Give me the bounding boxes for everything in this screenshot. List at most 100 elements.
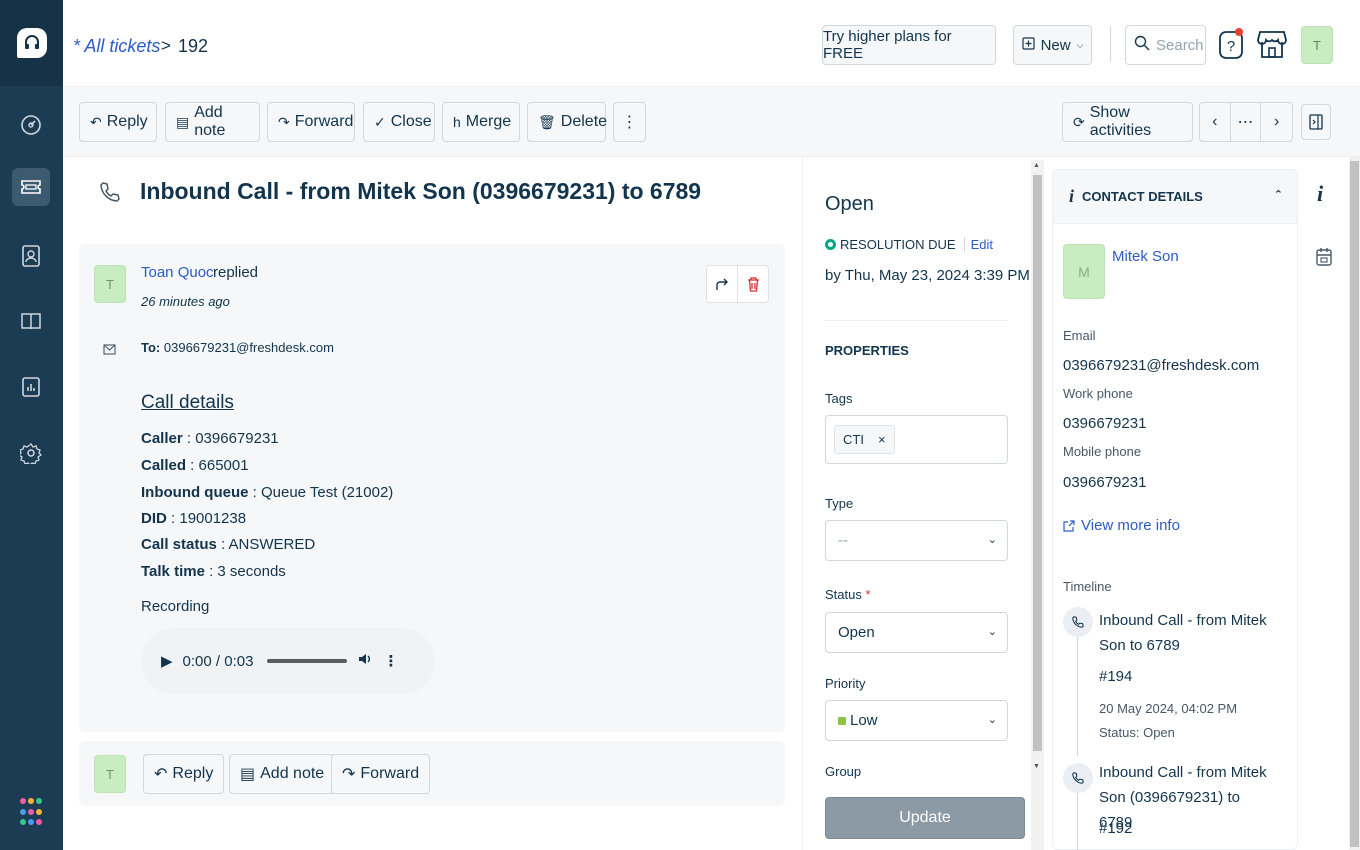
email-envelope-icon [103, 342, 116, 358]
field-called: Called : 665001 [141, 457, 249, 474]
all-tickets-link[interactable]: * All tickets [73, 36, 160, 57]
edit-due-link[interactable]: Edit [963, 237, 993, 252]
properties-scrollbar[interactable]: ▲ ▼ [1031, 160, 1044, 850]
toggle-panel-button[interactable] [1301, 104, 1331, 140]
page-scroll-thumb[interactable] [1350, 161, 1359, 847]
properties-scroll-thumb[interactable] [1033, 175, 1042, 751]
contact-details-header[interactable]: i CONTACT DETAILS ⌃ [1053, 170, 1297, 224]
delete-label: Delete [560, 113, 608, 130]
marketplace-store-icon[interactable] [1257, 28, 1287, 63]
forward-bottom-button[interactable]: ↷ Forward [331, 754, 431, 794]
properties-panel: Open RESOLUTION DUE Edit by Thu, May 23,… [802, 157, 1045, 850]
contact-email: 0396679231@freshdesk.com [1063, 357, 1260, 374]
panel-toggle-icon [1309, 114, 1323, 130]
help-icon[interactable]: ? [1217, 26, 1245, 65]
ticket-action-bar: ↶ Reply ▤ Add note ↷ Forward ✓ Close һ Merge … [63, 87, 1360, 157]
phone-icon [98, 180, 122, 207]
info-icon: i [1069, 186, 1075, 206]
reply-label: Reply [106, 113, 148, 130]
to-email: 0396679231@freshdesk.com [163, 340, 334, 355]
volume-icon[interactable] [357, 651, 373, 671]
dashboard-icon[interactable] [12, 106, 50, 144]
search-box[interactable]: Search [1125, 25, 1206, 65]
remove-tag-icon[interactable]: × [878, 432, 886, 447]
author-name-link[interactable]: Toan Quoc [141, 264, 214, 281]
more-actions-button[interactable]: ⋮ [613, 102, 646, 142]
delete-button[interactable]: 🗑 Delete [527, 102, 608, 142]
play-icon[interactable]: ▶ [161, 652, 173, 670]
top-header: * All tickets > 192 Try higher plans for… [63, 0, 1360, 87]
status-label: Status * [825, 587, 871, 602]
page-scrollbar[interactable] [1349, 157, 1360, 850]
knowledge-base-icon[interactable] [12, 302, 50, 340]
delete-message-icon[interactable] [738, 266, 768, 302]
forward-arrow-icon: ↷ [278, 113, 290, 130]
ellipsis-label: ⋯ [1237, 114, 1254, 131]
priority-color-swatch [838, 716, 846, 725]
priority-label: Priority [825, 676, 866, 691]
scroll-up-arrow-icon[interactable]: ▲ [1033, 162, 1040, 169]
apps-grid-icon[interactable] [20, 798, 42, 828]
timeline-label: Timeline [1063, 579, 1112, 594]
priority-select[interactable]: Low ⌄ [825, 700, 1008, 741]
contact-avatar: M [1063, 244, 1105, 299]
search-placeholder: Search [1156, 36, 1204, 54]
add-note-button[interactable]: ▤ Add note [165, 102, 260, 142]
breadcrumb-separator: > [161, 36, 171, 55]
history-icon: ⟳ [1073, 113, 1085, 130]
type-select[interactable]: -- ⌄ [825, 520, 1008, 561]
reply-button[interactable]: ↶ Reply [79, 102, 157, 142]
next-ticket-chevron-icon[interactable]: › [1261, 103, 1292, 141]
main-sidebar [0, 0, 63, 850]
add-note-bottom-button[interactable]: ▤ Add note [229, 754, 336, 794]
reply-bottom-button[interactable]: ↶ Reply [143, 754, 225, 794]
search-icon [1134, 35, 1150, 55]
note-icon: ▤ [176, 113, 190, 130]
message-time: 26 minutes ago [141, 294, 230, 309]
close-ticket-button[interactable]: ✓ Close [363, 102, 435, 142]
new-dropdown-button[interactable]: New ⌵ [1013, 25, 1092, 65]
contacts-icon[interactable] [12, 237, 50, 275]
try-higher-plans-button[interactable]: Try higher plans for FREE [822, 25, 996, 65]
status-select[interactable]: Open ⌄ [825, 612, 1008, 653]
audio-progress-slider[interactable] [267, 659, 348, 663]
trash-icon: 🗑 [538, 113, 556, 130]
mobile-phone-label: Mobile phone [1063, 444, 1142, 459]
header-divider [1110, 26, 1111, 62]
show-activities-button[interactable]: ⟳ Show activities [1062, 102, 1193, 142]
timeline-item-title[interactable]: Inbound Call - from Mitek Son to 6789 [1099, 608, 1274, 658]
timeline-item-date: 20 May 2024, 04:02 PM [1099, 701, 1238, 716]
info-icon[interactable]: i [1317, 181, 1323, 207]
tickets-icon[interactable] [12, 168, 50, 206]
audio-time: 0:00 / 0:03 [182, 652, 254, 670]
freshdesk-logo[interactable] [0, 0, 63, 86]
plus-square-icon [1021, 36, 1035, 54]
previous-ticket-chevron-icon[interactable]: ‹ [1200, 103, 1231, 141]
timeline-item-id: #192 [1099, 820, 1133, 837]
view-more-info-link[interactable]: View more info [1063, 517, 1180, 534]
chevron-up-icon[interactable]: ⌃ [1274, 188, 1283, 201]
tags-label: Tags [825, 391, 853, 406]
ticket-list-more-button[interactable]: ⋯ [1231, 103, 1262, 141]
field-key: Caller [141, 430, 183, 447]
svg-text:?: ? [1227, 38, 1235, 55]
scroll-down-arrow-icon[interactable]: ▼ [1033, 763, 1040, 770]
chevron-down-icon: ⌄ [987, 626, 997, 638]
field-key: Call status [141, 536, 217, 553]
audio-options-icon[interactable]: ⋮ [383, 652, 398, 670]
forward-button[interactable]: ↷ Forward [267, 102, 355, 142]
merge-button[interactable]: һ Merge [442, 102, 520, 142]
properties-divider [825, 320, 1008, 321]
contact-name-link[interactable]: Mitek Son [1112, 248, 1179, 265]
field-did: DID : 19001238 [141, 510, 246, 527]
calendar-icon[interactable] [1315, 247, 1333, 270]
user-avatar[interactable]: T [1301, 26, 1333, 64]
field-value: : 665001 [186, 457, 249, 474]
ticket-id: 192 [178, 36, 209, 56]
update-button[interactable]: Update [825, 797, 1025, 839]
reports-icon[interactable] [12, 368, 50, 406]
forward-message-icon[interactable] [707, 266, 738, 302]
settings-gear-icon[interactable] [12, 434, 50, 472]
tags-input[interactable]: CTI × [825, 415, 1008, 464]
reply-arrow-icon: ↶ [154, 766, 168, 783]
